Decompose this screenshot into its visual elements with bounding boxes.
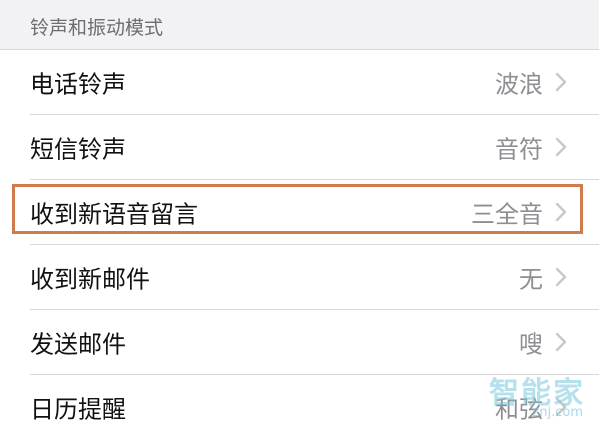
section-header: 铃声和振动模式 <box>0 0 599 50</box>
row-value: 无 <box>519 265 543 294</box>
row-value: 波浪 <box>495 70 543 99</box>
watermark-url: znj.com <box>532 405 583 420</box>
row-label: 短信铃声 <box>30 135 126 164</box>
row-sms-ringtone[interactable]: 短信铃声 音符 <box>0 115 599 179</box>
row-label: 收到新语音留言 <box>30 200 198 229</box>
section-title: 铃声和振动模式 <box>30 17 164 39</box>
chevron-right-icon <box>555 137 567 157</box>
chevron-right-icon <box>555 202 567 222</box>
row-label: 发送邮件 <box>30 330 126 359</box>
row-value: 三全音 <box>471 200 543 229</box>
row-value: 音符 <box>495 135 543 164</box>
chevron-right-icon <box>555 332 567 352</box>
chevron-right-icon <box>555 267 567 287</box>
row-label: 日历提醒 <box>30 395 126 424</box>
row-new-voicemail[interactable]: 收到新语音留言 三全音 <box>0 180 599 244</box>
row-phone-ringtone[interactable]: 电话铃声 波浪 <box>0 50 599 114</box>
row-value: 嗖 <box>519 330 543 359</box>
row-new-mail[interactable]: 收到新邮件 无 <box>0 245 599 309</box>
row-label: 收到新邮件 <box>30 265 150 294</box>
watermark-logo: 智能家 znj.com <box>475 368 585 420</box>
row-sent-mail[interactable]: 发送邮件 嗖 <box>0 310 599 374</box>
chevron-right-icon <box>555 72 567 92</box>
row-label: 电话铃声 <box>30 70 126 99</box>
